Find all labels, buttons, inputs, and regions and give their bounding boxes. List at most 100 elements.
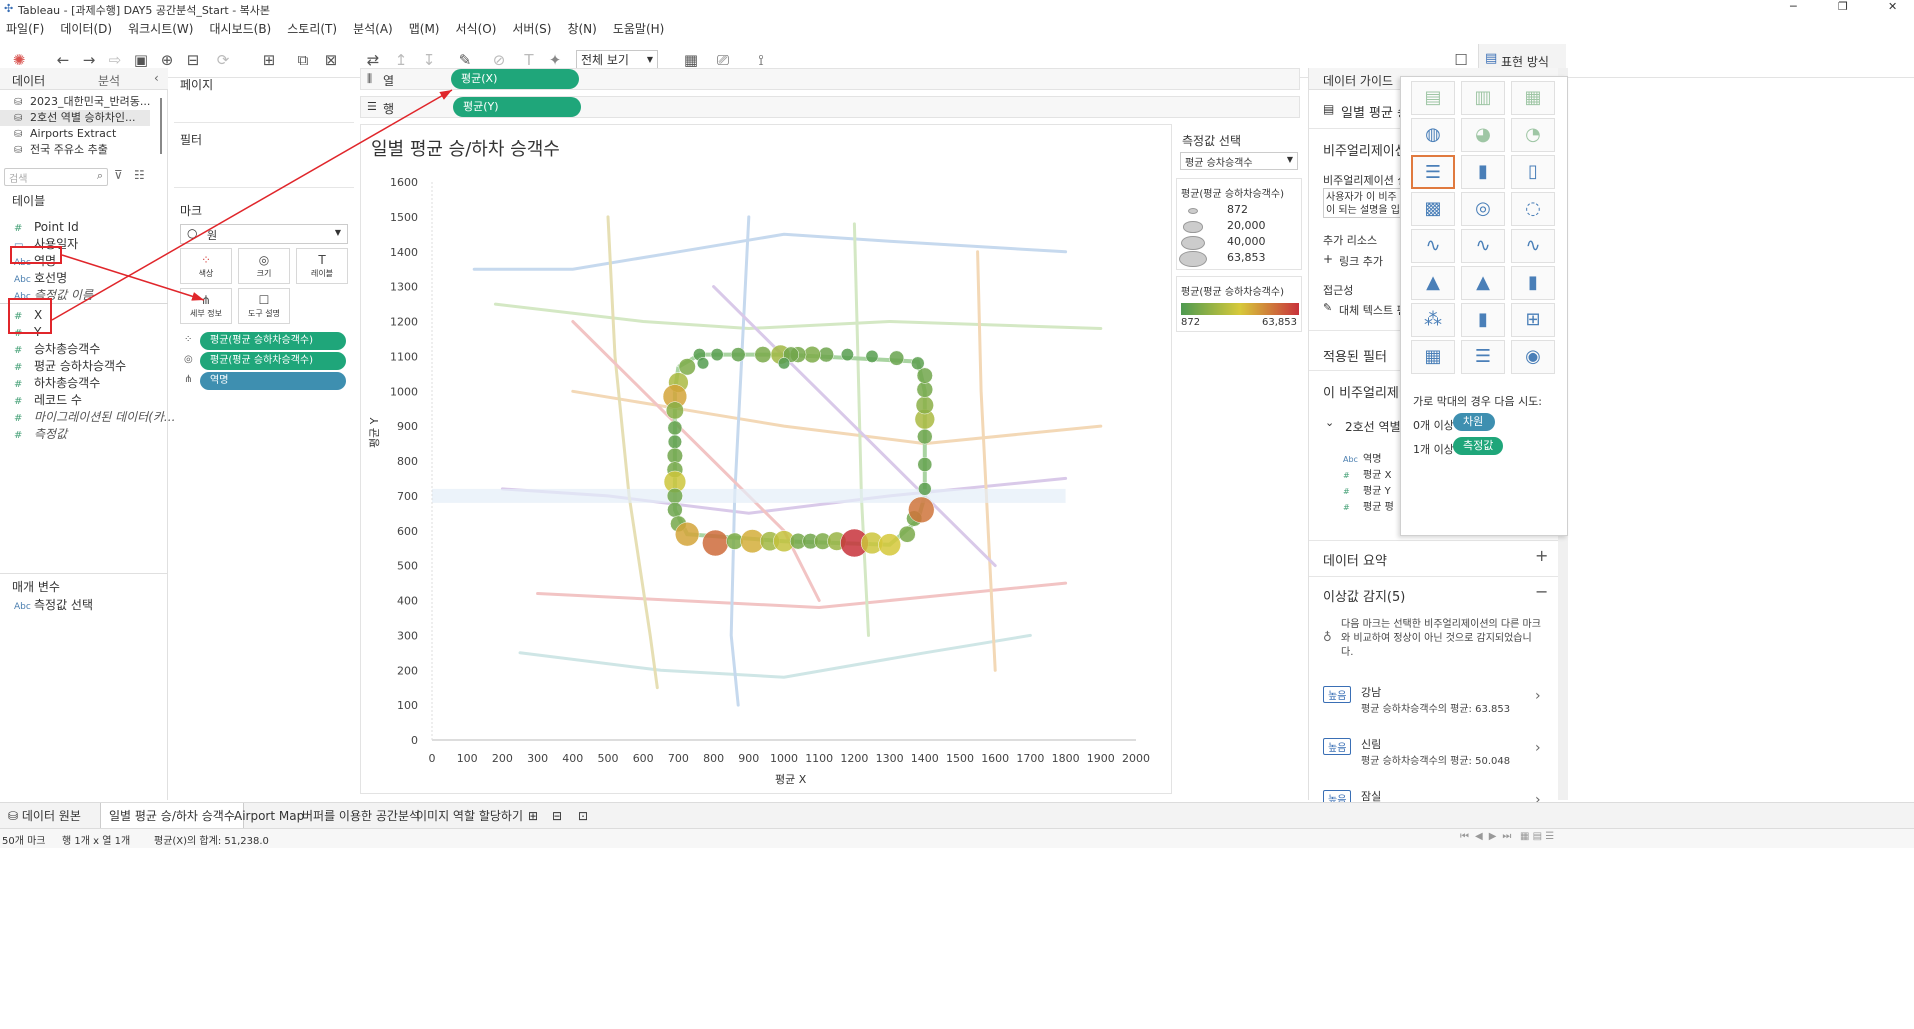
fit-dropdown[interactable]: 전체 보기 ▼ <box>576 50 658 70</box>
menu-item-9[interactable]: 창(N) <box>567 18 596 40</box>
sources-scrollbar[interactable] <box>160 98 162 154</box>
showme-chart-option[interactable]: ◎ <box>1461 192 1505 226</box>
datasource-item[interactable]: ⛁ Airports Extract <box>0 126 150 142</box>
menu-item-0[interactable]: 파일(F) <box>6 18 44 40</box>
tab-data[interactable]: 데이터 <box>12 72 45 89</box>
clear-sheet-icon[interactable]: ⊠ <box>320 50 342 70</box>
redo-history-icon[interactable]: ⇨ <box>104 50 126 70</box>
menu-item-8[interactable]: 서버(S) <box>512 18 551 40</box>
station-circle[interactable] <box>915 396 934 415</box>
show-cards-icon[interactable]: ▦ <box>680 50 702 70</box>
showme-chart-option[interactable]: ▮ <box>1461 155 1505 189</box>
station-circle[interactable] <box>916 381 934 398</box>
highlight-icon[interactable]: ✎ <box>454 50 476 70</box>
field-item[interactable]: Abc 호선명 <box>14 269 67 287</box>
station-circle[interactable] <box>675 522 700 547</box>
pages-shelf[interactable]: 페이지 <box>174 68 354 120</box>
showme-chart-option[interactable]: ▯ <box>1511 155 1555 189</box>
rows-pill[interactable]: 평균(Y) <box>453 97 581 117</box>
menu-item-6[interactable]: 맵(M) <box>409 18 440 40</box>
showme-chart-option[interactable]: ▩ <box>1411 192 1455 226</box>
station-circle[interactable] <box>667 502 683 518</box>
datasource-item[interactable]: ⛁ 2023_대한민국_반려동... <box>0 94 150 110</box>
station-circle[interactable] <box>865 349 879 363</box>
field-item[interactable]: # 측정값 <box>14 425 67 443</box>
showme-chart-option[interactable]: ∿ <box>1461 229 1505 263</box>
showme-chart-option[interactable]: ∿ <box>1511 229 1555 263</box>
new-datasource-icon[interactable]: ⊕ <box>156 50 178 70</box>
datasource-item[interactable]: ⛁ 2호선 역별 승하차인... <box>0 110 150 126</box>
expand-icon[interactable]: + <box>1535 546 1548 565</box>
swap-icon[interactable]: ⇄ <box>362 50 384 70</box>
sort-desc-icon[interactable]: ↧ <box>418 50 440 70</box>
station-circle[interactable] <box>710 348 724 362</box>
showme-chart-option[interactable]: ⁂ <box>1411 303 1455 337</box>
station-circle[interactable] <box>665 401 684 420</box>
tableau-home-icon[interactable]: ✺ <box>8 50 30 70</box>
showme-chart-option[interactable]: ◍ <box>1411 118 1455 152</box>
collapse-icon[interactable]: − <box>1535 582 1548 601</box>
presentation-icon[interactable]: ⎚ <box>712 50 734 70</box>
datasource-item[interactable]: ⛁ 전국 주유소 추출 <box>0 142 150 158</box>
station-circle[interactable] <box>754 346 772 364</box>
text-label-icon[interactable]: T <box>518 50 540 70</box>
close-icon[interactable]: ✕ <box>1888 0 1897 13</box>
field-item[interactable]: # 평균 승하차승객수 <box>14 357 126 375</box>
new-story-icon[interactable]: ⊡ <box>570 803 596 829</box>
station-circle[interactable] <box>917 457 933 472</box>
station-circle[interactable] <box>911 356 925 371</box>
color-button[interactable]: ⁘ 색상 <box>180 248 232 284</box>
station-circle[interactable] <box>702 529 729 557</box>
showme-chart-option[interactable]: ▮ <box>1511 266 1555 300</box>
field-item[interactable]: # Point Id <box>14 218 79 236</box>
new-worksheet-icon[interactable]: ⊞ <box>520 803 546 829</box>
add-link[interactable]: 링크 추가 <box>1339 253 1383 269</box>
mark-type-dropdown[interactable]: ○ 원 ▼ <box>180 224 348 244</box>
station-circle[interactable] <box>918 482 932 496</box>
tooltip-toggle-icon[interactable]: ☐ <box>1450 50 1472 70</box>
station-circle[interactable] <box>667 420 683 436</box>
station-circle[interactable] <box>889 350 905 366</box>
size-button[interactable]: ◎ 크기 <box>238 248 290 284</box>
showme-chart-option[interactable]: ▤ <box>1411 81 1455 115</box>
showme-chart-option[interactable]: ▮ <box>1461 303 1505 337</box>
detail-button[interactable]: ⋔ 세부 정보 <box>180 288 232 324</box>
param-dropdown[interactable]: 평균 승차승객수 ▼ <box>1180 152 1298 170</box>
showme-chart-option[interactable]: ◕ <box>1461 118 1505 152</box>
station-circle[interactable] <box>666 447 683 464</box>
columns-pill[interactable]: 평균(X) <box>451 69 579 89</box>
sheet-tab[interactable]: 일별 평균 승/하차 승객수 <box>100 803 244 829</box>
station-circle[interactable] <box>898 525 916 543</box>
menu-item-2[interactable]: 워크시트(W) <box>128 18 193 40</box>
save-icon[interactable]: ▣ <box>130 50 152 70</box>
showme-chart-option[interactable]: ◉ <box>1511 340 1555 374</box>
tooltip-button[interactable]: ☐ 도구 설명 <box>238 288 290 324</box>
chevron-down-icon[interactable]: ⌄ <box>1325 416 1334 429</box>
field-item[interactable]: # 레코드 수 <box>14 391 82 409</box>
station-circle[interactable] <box>840 348 854 362</box>
pause-updates-icon[interactable]: ⊟ <box>182 50 204 70</box>
showme-chart-option[interactable]: ▦ <box>1511 81 1555 115</box>
mark-pill[interactable]: 역명 <box>200 372 346 390</box>
showme-chart-option[interactable]: ▲ <box>1461 266 1505 300</box>
station-circle[interactable] <box>908 496 935 523</box>
showme-chart-option[interactable]: ◔ <box>1511 118 1555 152</box>
outlier-item[interactable]: 높음 신림 평균 승하차승객수의 평균: 50.048 › <box>1309 732 1559 782</box>
station-circle[interactable] <box>777 357 791 370</box>
rows-shelf[interactable]: ☰ 행 평균(Y) <box>360 96 1300 118</box>
edit-icon[interactable]: ✎ <box>1323 301 1332 314</box>
param-item[interactable]: Abc 측정값 선택 <box>14 596 93 614</box>
mark-pill[interactable]: 평균(평균 승하차승객수) <box>200 332 346 350</box>
station-circle[interactable] <box>667 434 682 449</box>
maximize-icon[interactable]: ❐ <box>1838 0 1848 13</box>
showme-chart-option[interactable]: ⊞ <box>1511 303 1555 337</box>
minimize-icon[interactable]: ─ <box>1790 0 1797 13</box>
new-sheet-icon[interactable]: ⊞ <box>258 50 280 70</box>
showme-chart-option[interactable]: ▥ <box>1461 81 1505 115</box>
showme-chart-option[interactable]: ☰ <box>1461 340 1505 374</box>
mark-pill[interactable]: 평균(평균 승하차승객수) <box>200 352 346 370</box>
search-field[interactable]: 검색 ⌕ <box>4 168 108 186</box>
refresh-icon[interactable]: ⟳ <box>212 50 234 70</box>
viz-desc-textarea[interactable]: 사용자가 이 비주 이 되는 설명을 입 <box>1323 188 1403 218</box>
sheet-tab[interactable]: 이미지 역할 할당하기 <box>408 803 531 829</box>
